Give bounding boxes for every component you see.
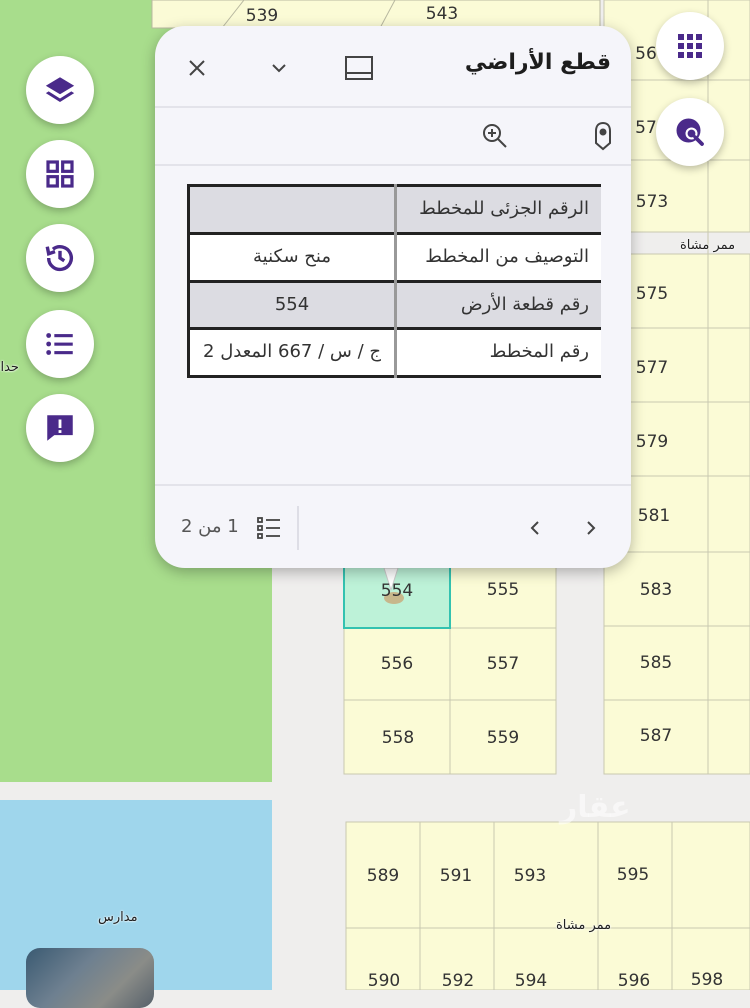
pager-text: 1 من 2 xyxy=(181,516,239,537)
attribute-key: رقم المخطط xyxy=(394,328,601,377)
schools-label: مدارس xyxy=(98,910,138,925)
walkway-label-1: ممر مشاة xyxy=(680,238,736,253)
lot-label-558[interactable]: 558 xyxy=(382,728,414,748)
popup-header: قطع الأراضي xyxy=(155,26,631,106)
lot-label-573[interactable]: 573 xyxy=(636,192,668,212)
collapse-button[interactable] xyxy=(259,48,299,88)
list-icon xyxy=(257,517,280,539)
chevron-down-icon xyxy=(272,64,286,73)
lot-label-556[interactable]: 556 xyxy=(381,654,413,674)
close-button[interactable] xyxy=(177,48,217,88)
chevron-right-icon xyxy=(587,521,596,535)
lot-label-587[interactable]: 587 xyxy=(640,726,672,746)
history-icon xyxy=(45,245,74,272)
toolbar-divider xyxy=(155,164,631,166)
feature-popup: قطع الأراضي الرقم الجزئى للمخطط التوصيف … xyxy=(155,26,631,568)
history-button[interactable] xyxy=(26,224,94,292)
lot-label-555[interactable]: 555 xyxy=(487,580,519,600)
lot-label-590[interactable]: 590 xyxy=(368,971,400,991)
feedback-icon xyxy=(47,415,73,441)
lot-label-596[interactable]: 596 xyxy=(618,971,650,991)
lot-label-589[interactable]: 589 xyxy=(367,866,399,886)
table-row: رقم المخطط ج / س / 667 المعدل 2 xyxy=(189,328,601,377)
footer-separator xyxy=(297,506,299,550)
legend-list-button[interactable] xyxy=(26,310,94,378)
dock-icon xyxy=(345,56,373,80)
dock-button[interactable] xyxy=(339,48,379,88)
zoom-in-icon xyxy=(483,124,507,148)
list-icon xyxy=(46,333,73,355)
globe-search-icon xyxy=(676,118,704,146)
attribute-key: رقم قطعة الأرض xyxy=(394,281,601,329)
lot-label-559[interactable]: 559 xyxy=(487,728,519,748)
map-pin-icon xyxy=(595,121,611,151)
parcel-block-top xyxy=(151,0,601,29)
lot-label-598[interactable]: 598 xyxy=(691,970,723,990)
lot-label-571[interactable]: 57 xyxy=(635,118,657,138)
popup-title: قطع الأراضي xyxy=(464,50,611,75)
grid-icon xyxy=(46,160,74,188)
lot-label-577[interactable]: 577 xyxy=(636,358,668,378)
apps-button[interactable] xyxy=(656,12,724,80)
lot-label-575[interactable]: 575 xyxy=(636,284,668,304)
attribute-value: ج / س / 667 المعدل 2 xyxy=(203,341,381,363)
feature-list-button[interactable] xyxy=(251,510,287,546)
lot-label-581[interactable]: 581 xyxy=(638,506,670,526)
attribute-key: الرقم الجزئى للمخطط xyxy=(394,185,601,234)
basemap-gallery-button[interactable] xyxy=(26,140,94,208)
lot-label-561[interactable]: 56 xyxy=(635,44,657,64)
popup-footer: 1 من 2 xyxy=(155,486,631,568)
lot-label-592[interactable]: 592 xyxy=(442,971,474,991)
lot-label-595[interactable]: 595 xyxy=(617,865,649,885)
lot-label-585[interactable]: 585 xyxy=(640,653,672,673)
feedback-button[interactable] xyxy=(26,394,94,462)
lot-label-579[interactable]: 579 xyxy=(636,432,668,452)
attributes-table: الرقم الجزئى للمخطط التوصيف من المخطط من… xyxy=(187,184,601,379)
lot-label-594[interactable]: 594 xyxy=(515,971,547,991)
satellite-basemap-thumbnail[interactable] xyxy=(26,948,154,1008)
lot-label-557[interactable]: 557 xyxy=(487,654,519,674)
lot-label-539[interactable]: 539 xyxy=(246,6,278,26)
watermark-logo: ﻋﻘﺎﺭ xyxy=(560,790,631,825)
apps-grid-icon xyxy=(678,34,702,58)
table-row: الرقم الجزئى للمخطط xyxy=(188,185,601,234)
close-icon xyxy=(189,60,205,76)
attribute-value: 554 xyxy=(188,281,396,329)
lot-label-583[interactable]: 583 xyxy=(640,580,672,600)
table-row: التوصيف من المخطط منح سكنية xyxy=(188,233,601,282)
parcel-block-bottom xyxy=(345,821,750,990)
attribute-value: منح سكنية xyxy=(253,245,331,267)
lot-label-554[interactable]: 554 xyxy=(381,581,413,601)
layers-icon xyxy=(45,77,75,103)
search-location-button[interactable] xyxy=(656,98,724,166)
layers-button[interactable] xyxy=(26,56,94,124)
table-row: رقم قطعة الأرض 554 xyxy=(188,281,601,329)
lot-label-591[interactable]: 591 xyxy=(440,866,472,886)
lot-label-543[interactable]: 543 xyxy=(426,4,458,24)
park-label: حدائق xyxy=(0,360,19,375)
zoom-to-button[interactable] xyxy=(477,118,513,154)
header-divider xyxy=(155,106,631,108)
next-feature-button[interactable] xyxy=(573,510,609,546)
attribute-key: التوصيف من المخطط xyxy=(394,233,601,282)
walkway-label-2: ممر مشاة xyxy=(556,918,612,933)
locate-feature-button[interactable] xyxy=(585,118,621,154)
lot-label-593[interactable]: 593 xyxy=(514,866,546,886)
attribute-value xyxy=(188,185,396,234)
chevron-left-icon xyxy=(530,521,539,535)
previous-feature-button[interactable] xyxy=(517,510,553,546)
